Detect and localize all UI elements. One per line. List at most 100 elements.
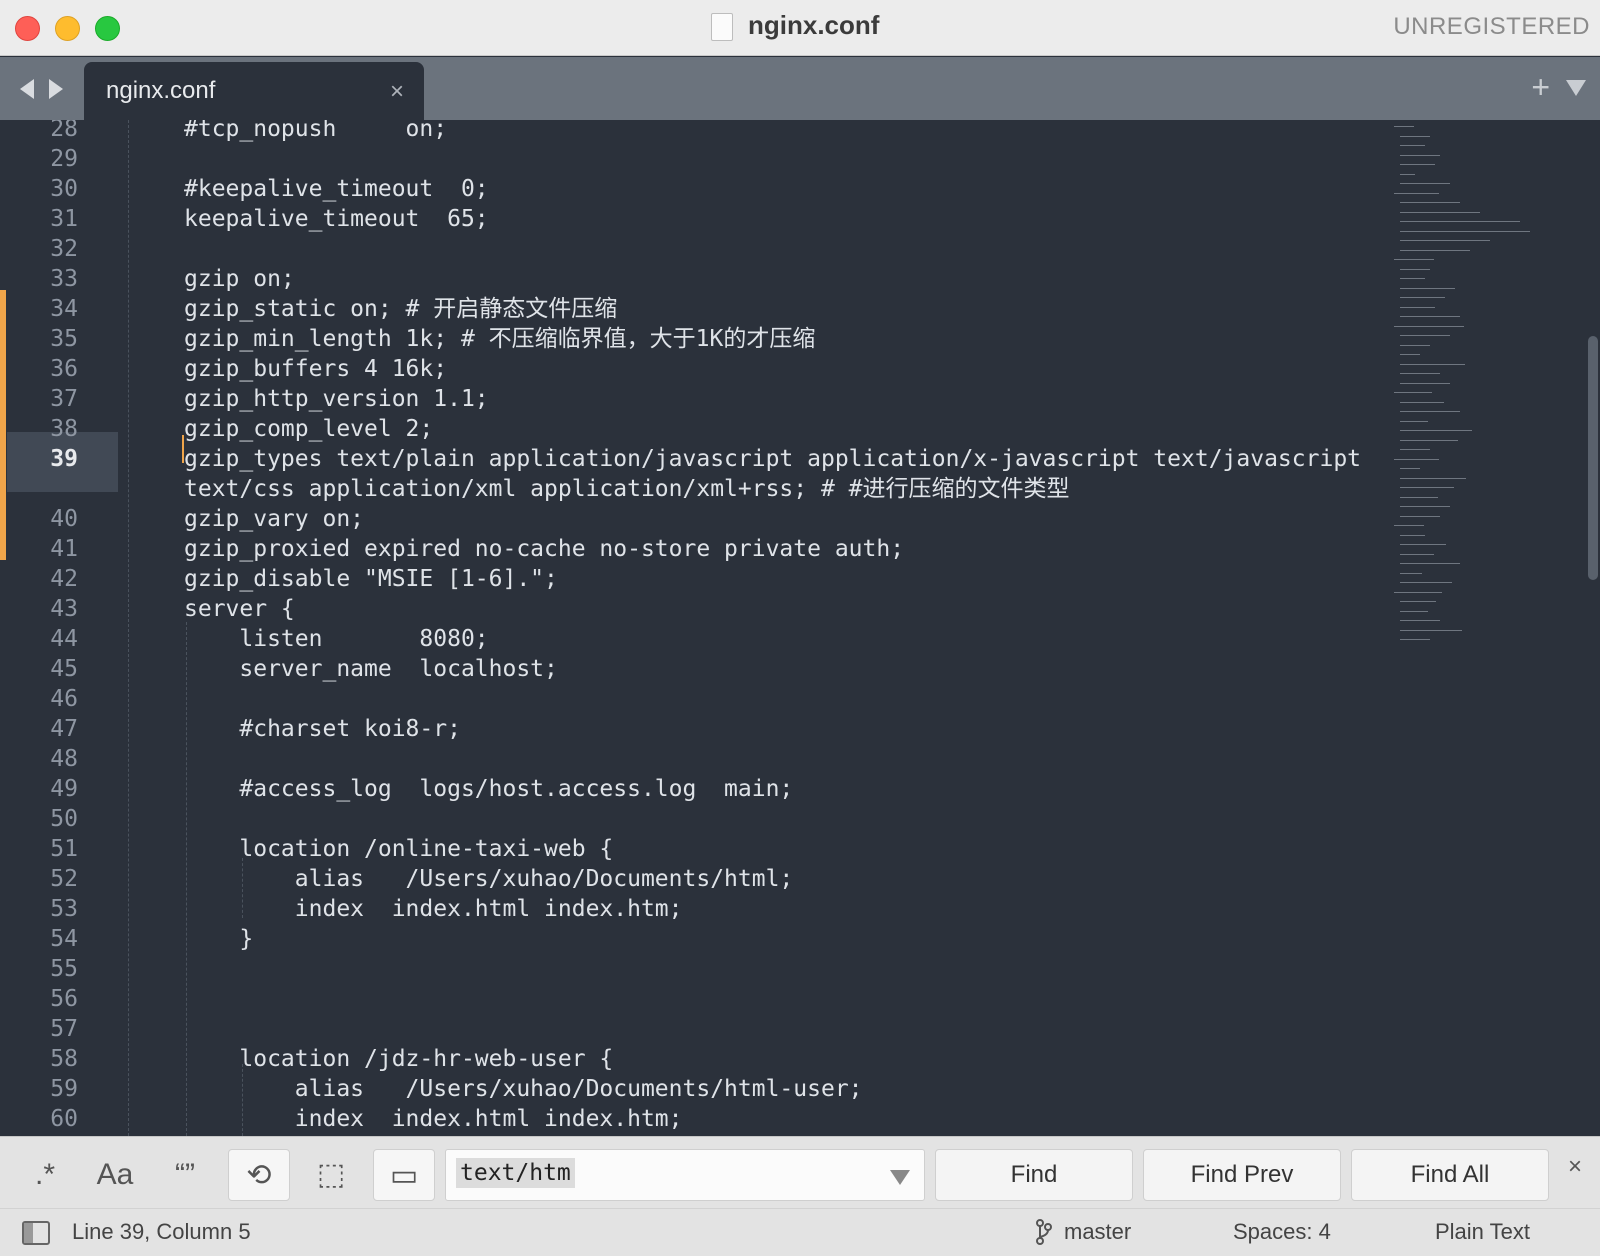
find-button[interactable]: Find (935, 1149, 1133, 1201)
line-text: #charset koi8-r; (184, 716, 461, 742)
find-history-dropdown-icon[interactable] (890, 1170, 910, 1185)
code-line[interactable]: 46 (0, 684, 1380, 714)
unregistered-badge: UNREGISTERED (1393, 13, 1590, 40)
line-text: gzip_vary on; (184, 506, 365, 532)
line-number: 55 (50, 956, 78, 982)
regex-toggle[interactable]: .* (14, 1149, 76, 1201)
minimap-line (1400, 306, 1435, 308)
line-number: 56 (50, 986, 78, 1012)
code-line[interactable]: 33 gzip on; (0, 264, 1380, 294)
minimap-line (1400, 154, 1440, 156)
line-text: gzip_static on; # 开启静态文件压缩 (184, 296, 618, 322)
code-line[interactable]: 42 gzip_disable "MSIE [1-6]."; (0, 564, 1380, 594)
git-branch[interactable]: master (1064, 1219, 1131, 1245)
code-line[interactable]: 36 gzip_buffers 4 16k; (0, 354, 1380, 384)
in-selection-toggle[interactable]: ⬚ (300, 1149, 362, 1201)
code-line[interactable]: 54 } (0, 924, 1380, 954)
minimap-line (1400, 563, 1460, 564)
minimap-line (1394, 126, 1414, 127)
code-line[interactable]: 48 (0, 744, 1380, 774)
code-line[interactable]: 59 alias /Users/xuhao/Documents/html-use… (0, 1074, 1380, 1104)
code-line[interactable]: 43 server { (0, 594, 1380, 624)
back-arrow-icon[interactable] (20, 79, 34, 99)
line-text: index index.html index.htm; (184, 896, 683, 922)
toggle-sidebar-icon[interactable] (22, 1221, 50, 1245)
minimap-line (1394, 259, 1434, 260)
highlight-matches-toggle[interactable]: ▭ (373, 1149, 435, 1201)
code-line[interactable]: 53 index index.html index.htm; (0, 894, 1380, 924)
code-line[interactable]: 31 keepalive_timeout 65; (0, 204, 1380, 234)
code-line[interactable]: 35 gzip_min_length 1k; # 不压缩临界值，大于1K的才压缩 (0, 324, 1380, 354)
minimap-line (1400, 506, 1450, 507)
code-line[interactable]: 29 (0, 144, 1380, 174)
minimap-line (1394, 325, 1464, 327)
code-line[interactable]: 57 (0, 1014, 1380, 1044)
code-line[interactable]: 55 (0, 954, 1380, 984)
code-line[interactable]: 40 gzip_vary on; (0, 504, 1380, 534)
minimap-line (1400, 183, 1450, 184)
tab-close-icon[interactable]: × (390, 78, 404, 106)
code-line[interactable]: 60 index index.html index.htm; (0, 1104, 1380, 1134)
code-line[interactable]: 37 gzip_http_version 1.1; (0, 384, 1380, 414)
line-text: gzip_disable "MSIE [1-6]."; (184, 566, 558, 592)
code-line[interactable]: 56 (0, 984, 1380, 1014)
code-line[interactable]: 30 #keepalive_timeout 0; (0, 174, 1380, 204)
minimap-line (1400, 534, 1425, 536)
line-number: 44 (50, 626, 78, 652)
line-number: 45 (50, 656, 78, 682)
minimap-line (1400, 173, 1415, 175)
find-input[interactable]: text/htm (445, 1149, 925, 1201)
cursor-position: Line 39, Column 5 (72, 1219, 251, 1244)
code-line[interactable]: 44 listen 8080; (0, 624, 1380, 654)
minimize-window-button[interactable] (55, 16, 80, 41)
code-line[interactable]: 52 alias /Users/xuhao/Documents/html; (0, 864, 1380, 894)
code-line[interactable]: 45 server_name localhost; (0, 654, 1380, 684)
line-text: } (184, 926, 254, 952)
minimap-line (1400, 335, 1450, 336)
code-line[interactable]: 38 gzip_comp_level 2; (0, 414, 1380, 444)
code-line[interactable]: text/css application/xml application/xml… (0, 474, 1380, 504)
close-find-panel-icon[interactable]: × (1568, 1153, 1582, 1181)
minimap[interactable] (1394, 126, 1564, 656)
line-text: gzip_comp_level 2; (184, 416, 434, 442)
new-tab-icon[interactable]: + (1531, 69, 1550, 106)
indentation-setting[interactable]: Spaces: 4 (1233, 1219, 1331, 1245)
minimap-line (1400, 240, 1490, 241)
code-line[interactable]: 41 gzip_proxied expired no-cache no-store… (0, 534, 1380, 564)
code-line[interactable]: 50 (0, 804, 1380, 834)
minimap-line (1394, 591, 1442, 593)
minimap-line (1400, 221, 1520, 222)
minimap-line (1400, 449, 1430, 450)
code-line[interactable]: 47 #charset koi8-r; (0, 714, 1380, 744)
code-line[interactable]: 34 gzip_static on; # 开启静态文件压缩 (0, 294, 1380, 324)
status-bar: Line 39, Column 5 master Spaces: 4 Plain… (0, 1208, 1600, 1256)
whole-word-toggle[interactable]: “” (154, 1149, 216, 1201)
line-number: 54 (50, 926, 78, 952)
code-editor[interactable]: 28 #tcp_nopush on; 29 30 #keepalive_timeout … (0, 120, 1600, 1136)
code-line[interactable]: 39 gzip_types text/plain application/java… (0, 444, 1380, 474)
tab-menu-icon[interactable] (1566, 80, 1586, 96)
find-query: text/htm (456, 1158, 575, 1188)
close-window-button[interactable] (15, 16, 40, 41)
minimap-line (1400, 515, 1440, 517)
minimap-line (1400, 363, 1465, 365)
code-line[interactable]: 58 location /jdz-hr-web-user { (0, 1044, 1380, 1074)
find-all-button[interactable]: Find All (1351, 1149, 1549, 1201)
forward-arrow-icon[interactable] (49, 79, 63, 99)
zoom-window-button[interactable] (95, 16, 120, 41)
code-line[interactable]: 28 #tcp_nopush on; (0, 120, 1380, 144)
case-sensitive-toggle[interactable]: Aa (84, 1149, 146, 1201)
scrollbar-thumb[interactable] (1588, 336, 1598, 580)
wrap-toggle[interactable]: ⟲ (228, 1149, 290, 1201)
find-prev-button[interactable]: Find Prev (1143, 1149, 1341, 1201)
code-line[interactable]: 32 (0, 234, 1380, 264)
line-number: 36 (50, 356, 78, 382)
tab-nginx-conf[interactable]: nginx.conf × (84, 62, 424, 120)
minimap-line (1400, 382, 1450, 384)
code-line[interactable]: 51 location /online-taxi-web { (0, 834, 1380, 864)
code-line[interactable]: 49 #access_log logs/host.access.log main… (0, 774, 1380, 804)
vertical-scrollbar[interactable] (1586, 130, 1600, 600)
line-number: 32 (50, 236, 78, 262)
syntax-selector[interactable]: Plain Text (1435, 1219, 1530, 1245)
line-text: server { (184, 596, 295, 622)
